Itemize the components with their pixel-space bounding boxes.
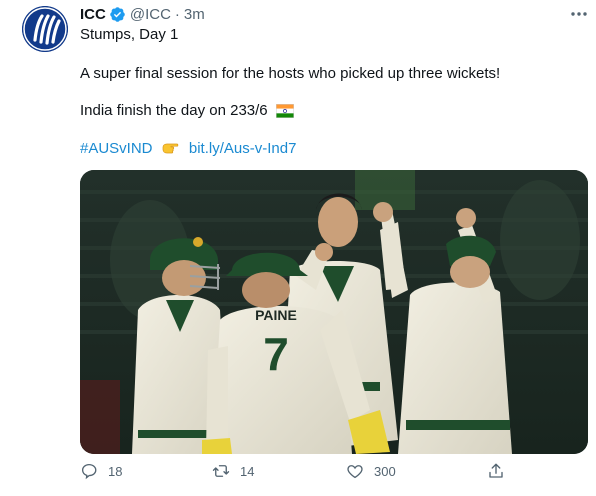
retweet-icon xyxy=(212,465,230,477)
avatar[interactable] xyxy=(22,6,68,52)
author-handle[interactable]: @ICC xyxy=(130,6,171,23)
icc-logo-icon xyxy=(22,6,68,52)
share-icon xyxy=(489,463,503,478)
tweet-header: ICC @ICC · 3m xyxy=(80,4,205,24)
jersey-number-text: 7 xyxy=(263,328,289,380)
hashtag-link[interactable]: #AUSvIND xyxy=(80,140,153,157)
author-name[interactable]: ICC xyxy=(80,6,106,23)
short-url-link[interactable]: bit.ly/Aus-v-Ind7 xyxy=(189,140,297,157)
reply-count: 18 xyxy=(108,463,123,479)
separator-dot: · xyxy=(174,5,180,23)
tweet-title-line: Stumps, Day 1 xyxy=(80,26,179,43)
tweet-media-photo[interactable]: PAINE 7 xyxy=(80,170,588,454)
reply-button[interactable]: 18 xyxy=(80,462,122,480)
pointing-right-icon xyxy=(162,143,178,154)
tweet-body-line-2: India finish the day on 233/6 xyxy=(80,101,294,121)
timestamp[interactable]: 3m xyxy=(184,6,205,23)
cricket-celebration-photo: PAINE 7 xyxy=(80,170,588,454)
tweet-body-line-1: A super final session for the hosts who … xyxy=(80,65,501,82)
tweet-links-line: #AUSvIND bit.ly/Aus-v-Ind7 xyxy=(80,139,296,159)
like-button[interactable]: 300 xyxy=(346,462,396,480)
retweet-count: 14 xyxy=(240,463,255,479)
verified-badge-icon xyxy=(110,6,125,22)
tweet-actions-bar: 18 14 300 xyxy=(80,462,580,486)
share-button[interactable] xyxy=(487,462,515,480)
heart-icon xyxy=(347,465,363,479)
like-count: 300 xyxy=(374,463,396,479)
retweet-button[interactable]: 14 xyxy=(212,462,254,480)
reply-icon xyxy=(81,463,97,480)
tweet-score-text: India finish the day on 233/6 xyxy=(80,102,268,119)
more-options-icon[interactable] xyxy=(570,8,588,20)
jersey-name-text: PAINE xyxy=(255,307,297,323)
tweet-card[interactable]: ICC @ICC · 3m Stumps, Day 1 A super fina… xyxy=(0,0,596,496)
india-flag-icon xyxy=(275,104,294,118)
